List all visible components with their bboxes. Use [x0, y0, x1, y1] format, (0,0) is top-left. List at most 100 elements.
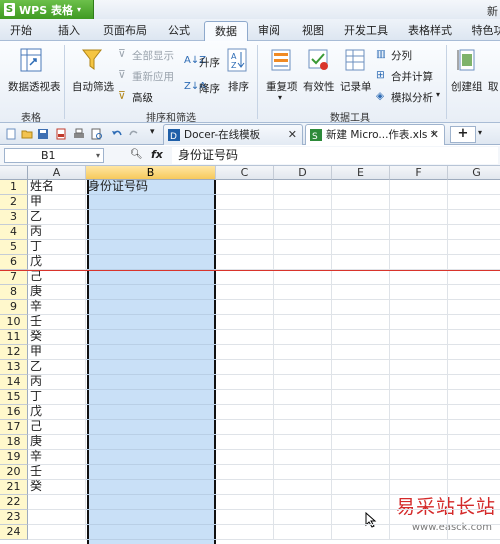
cell-b5[interactable] [86, 240, 216, 255]
cell-a7[interactable]: 己 [28, 270, 86, 285]
cell-a12[interactable]: 甲 [28, 345, 86, 360]
reapply-button[interactable]: 重新应用 [132, 69, 174, 84]
cell-d2[interactable] [274, 195, 332, 210]
spreadsheet-grid[interactable]: A B C D E F G 1 姓名 身份证号码 2 甲 3 乙 4 丙 5 丁 6 戊 7 己 8 庚 9 辛 10 壬 11 癸 12 甲… [0, 166, 500, 544]
duplicates-button[interactable]: 重复项 [266, 79, 298, 94]
print-preview-icon[interactable] [91, 128, 103, 140]
row-header[interactable]: 3 [0, 210, 28, 225]
cell-e19[interactable] [332, 450, 390, 465]
cell-f21[interactable] [390, 480, 448, 495]
cell-e15[interactable] [332, 390, 390, 405]
cell-g22[interactable] [448, 495, 500, 510]
cell-b22[interactable] [86, 495, 216, 510]
cell-b18[interactable] [86, 435, 216, 450]
cell-b9[interactable] [86, 300, 216, 315]
row-header[interactable]: 13 [0, 360, 28, 375]
cell-b6[interactable] [86, 255, 216, 270]
cell-c16[interactable] [216, 405, 274, 420]
cell-g24[interactable] [448, 525, 500, 540]
cell-b19[interactable] [86, 450, 216, 465]
duplicates-icon[interactable] [270, 47, 292, 73]
cell-f23[interactable] [390, 510, 448, 525]
cell-e14[interactable] [332, 375, 390, 390]
cell-b11[interactable] [86, 330, 216, 345]
cell-a19[interactable]: 辛 [28, 450, 86, 465]
cell-d14[interactable] [274, 375, 332, 390]
cell-d15[interactable] [274, 390, 332, 405]
tab-data[interactable]: 数据 [204, 21, 248, 42]
cell-c1[interactable] [216, 180, 274, 195]
undo-icon[interactable] [111, 128, 123, 140]
cell-a15[interactable]: 丁 [28, 390, 86, 405]
cell-f1[interactable] [390, 180, 448, 195]
validity-button[interactable]: 有效性 [303, 79, 335, 94]
cell-a22[interactable] [28, 495, 86, 510]
cell-a5[interactable]: 丁 [28, 240, 86, 255]
cell-a4[interactable]: 丙 [28, 225, 86, 240]
cell-d6[interactable] [274, 255, 332, 270]
record-form-icon[interactable] [344, 47, 366, 73]
cell-g12[interactable] [448, 345, 500, 360]
cell-a20[interactable]: 壬 [28, 465, 86, 480]
tab-home[interactable]: 开始 [4, 21, 38, 41]
cell-b15[interactable] [86, 390, 216, 405]
cell-c6[interactable] [216, 255, 274, 270]
cell-f12[interactable] [390, 345, 448, 360]
row-header[interactable]: 6 [0, 255, 28, 270]
record-form-button[interactable]: 记录单 [340, 79, 372, 94]
cell-c15[interactable] [216, 390, 274, 405]
pivot-table-button[interactable]: 数据透视表 [8, 79, 61, 94]
cell-g20[interactable] [448, 465, 500, 480]
cell-g18[interactable] [448, 435, 500, 450]
close-icon[interactable]: ✕ [430, 125, 439, 145]
cell-d18[interactable] [274, 435, 332, 450]
new-file-icon[interactable] [5, 128, 17, 140]
cell-f5[interactable] [390, 240, 448, 255]
row-header[interactable]: 23 [0, 510, 28, 525]
cell-a16[interactable]: 戊 [28, 405, 86, 420]
cell-b2[interactable] [86, 195, 216, 210]
cell-f8[interactable] [390, 285, 448, 300]
row-header[interactable]: 19 [0, 450, 28, 465]
cell-a10[interactable]: 壬 [28, 315, 86, 330]
row-header[interactable]: 24 [0, 525, 28, 540]
cell-g13[interactable] [448, 360, 500, 375]
cell-d5[interactable] [274, 240, 332, 255]
cell-c4[interactable] [216, 225, 274, 240]
cell-d23[interactable] [274, 510, 332, 525]
cell-d17[interactable] [274, 420, 332, 435]
tab-table-style[interactable]: 表格样式 [404, 21, 456, 41]
export-pdf-icon[interactable] [55, 128, 67, 140]
cell-g15[interactable] [448, 390, 500, 405]
cell-g7[interactable] [448, 270, 500, 285]
cell-e7[interactable] [332, 270, 390, 285]
row-header[interactable]: 10 [0, 315, 28, 330]
cell-e21[interactable] [332, 480, 390, 495]
cell-c22[interactable] [216, 495, 274, 510]
cell-f6[interactable] [390, 255, 448, 270]
show-all-button[interactable]: 全部显示 [132, 48, 174, 63]
cell-c24[interactable] [216, 525, 274, 540]
cell-b24[interactable] [86, 525, 216, 540]
cell-c12[interactable] [216, 345, 274, 360]
column-header-b[interactable]: B [86, 166, 216, 180]
cell-g14[interactable] [448, 375, 500, 390]
ungroup-button[interactable]: 取 [488, 79, 499, 94]
row-header[interactable]: 1 [0, 180, 28, 195]
cell-d12[interactable] [274, 345, 332, 360]
funnel-icon[interactable] [81, 47, 103, 73]
wps-app-menu-button[interactable]: S WPS 表格 ▾ [0, 0, 94, 19]
cell-b13[interactable] [86, 360, 216, 375]
row-header[interactable]: 12 [0, 345, 28, 360]
cell-f19[interactable] [390, 450, 448, 465]
cell-e17[interactable] [332, 420, 390, 435]
cell-c18[interactable] [216, 435, 274, 450]
column-header-f[interactable]: F [390, 166, 448, 180]
cell-d19[interactable] [274, 450, 332, 465]
row-header[interactable]: 22 [0, 495, 28, 510]
row-header[interactable]: 5 [0, 240, 28, 255]
cell-d7[interactable] [274, 270, 332, 285]
row-header[interactable]: 20 [0, 465, 28, 480]
tab-developer[interactable]: 开发工具 [340, 21, 392, 41]
formula-input[interactable]: 身份证号码 [172, 147, 498, 164]
